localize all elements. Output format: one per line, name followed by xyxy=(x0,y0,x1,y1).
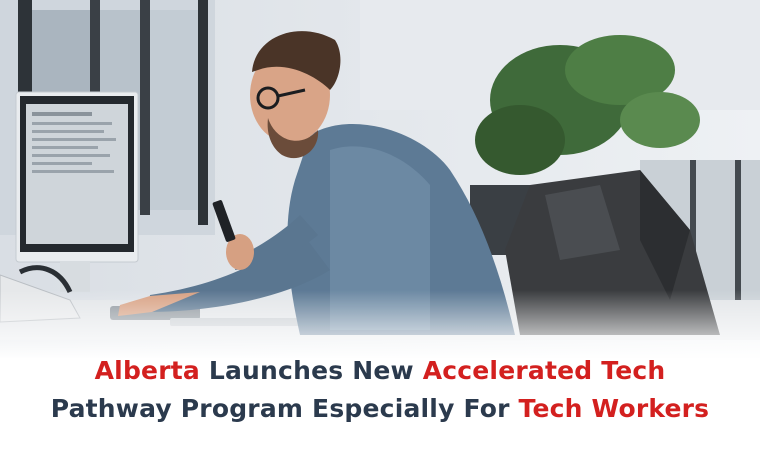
banner: Alberta Launches New Accelerated Tech Pa… xyxy=(0,0,760,465)
headline-highlight-accelerated-tech: Accelerated Tech xyxy=(422,356,666,385)
headline-line-1: Alberta Launches New Accelerated Tech xyxy=(0,352,760,390)
headline-text: Launches New xyxy=(199,356,423,385)
headline: Alberta Launches New Accelerated Tech Pa… xyxy=(0,352,760,465)
headline-highlight-alberta: Alberta xyxy=(94,356,200,385)
computer-monitor xyxy=(15,91,139,292)
headline-line-2: Pathway Program Especially For Tech Work… xyxy=(0,390,760,428)
headline-highlight-tech-workers: Tech Workers xyxy=(518,394,710,423)
headline-text: Pathway Program Especially For xyxy=(50,394,519,423)
